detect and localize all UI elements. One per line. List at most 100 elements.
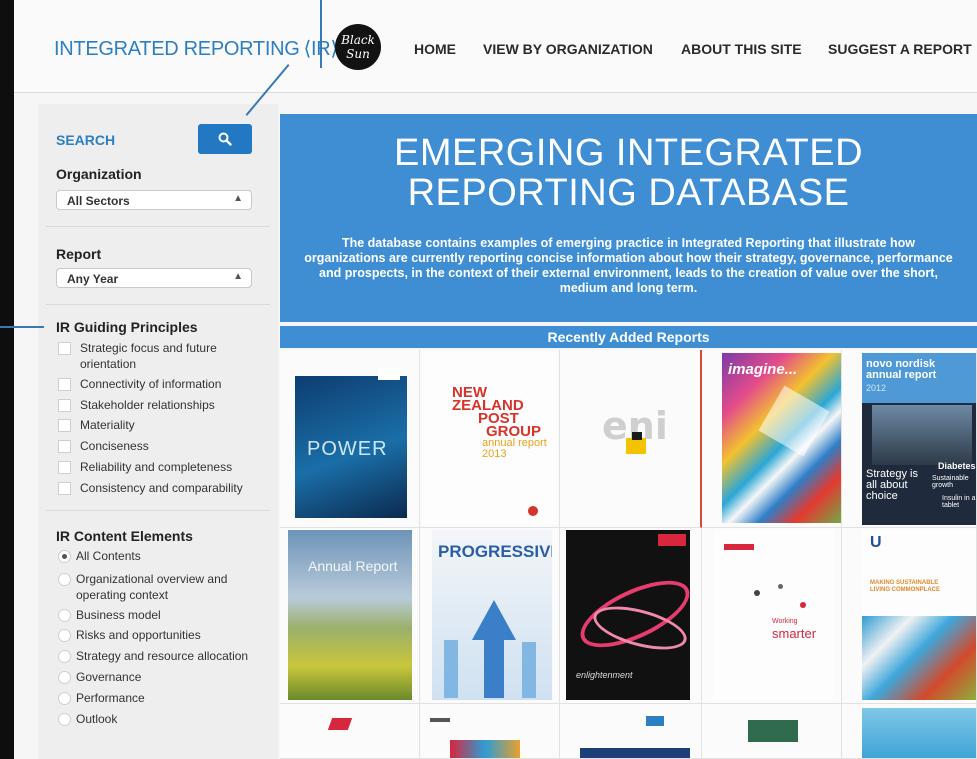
cover-dot	[754, 590, 760, 596]
checkbox-strategic-focus[interactable]	[58, 342, 71, 355]
organization-value: All Sectors	[67, 194, 130, 208]
radio-organizational-overview[interactable]	[58, 573, 71, 586]
element-label: All Contents	[76, 549, 141, 563]
cover-logo-tab	[378, 368, 400, 380]
cover-growth: Sustainable growth	[932, 475, 969, 489]
principle-label: Conciseness	[80, 439, 149, 453]
element-label: Business model	[76, 608, 161, 622]
cover-logo	[724, 544, 754, 550]
report-card[interactable]	[280, 704, 420, 759]
report-card[interactable]	[702, 704, 842, 759]
report-year-select[interactable]: Any Year ▲︎	[56, 268, 252, 288]
search-button[interactable]	[198, 124, 252, 154]
cover-diabetes: Diabetes	[938, 461, 976, 471]
organization-select[interactable]: All Sectors ▲︎	[56, 190, 252, 210]
element-label: Outlook	[76, 712, 118, 726]
report-card[interactable]: novo nordisk annual report 2012 Strategy …	[842, 350, 977, 528]
report-card[interactable]: imagine...	[702, 350, 842, 528]
nav-about-this-site[interactable]: ABOUT THIS SITE	[681, 41, 802, 57]
radio-outlook[interactable]	[58, 713, 71, 726]
cover-subtitle: Working	[772, 618, 798, 625]
arrow-shaft	[444, 640, 458, 698]
badge-text: Black Sun	[341, 33, 375, 61]
organization-title: Organization	[56, 166, 142, 182]
cover-subtitle: annual report 2013	[482, 438, 547, 460]
nav-view-by-organization[interactable]: VIEW BY ORGANIZATION	[483, 41, 653, 57]
logo-text: INTEGRATED REPORTING	[54, 38, 300, 60]
report-cover-novo-nordisk: novo nordisk annual report 2012 Strategy …	[862, 353, 976, 525]
element-label: Risks and opportunities	[76, 628, 201, 642]
radio-all-contents[interactable]	[58, 550, 71, 563]
search-sidebar: SEARCH Organization All Sectors ▲︎ Repor…	[38, 104, 278, 759]
checkbox-consistency[interactable]	[58, 482, 71, 495]
element-label: Performance	[76, 691, 145, 705]
radio-business-model[interactable]	[58, 609, 71, 622]
radio-strategy-resource[interactable]	[58, 650, 71, 663]
content-elements-title: IR Content Elements	[56, 528, 193, 544]
arrow-up-icon	[472, 600, 516, 640]
eni-dog-logo	[626, 438, 646, 454]
app-screen: INTEGRATED REPORTING⟨IR⟩ Black Sun HOME …	[14, 0, 977, 759]
cover-band	[580, 748, 690, 758]
divider	[46, 304, 270, 305]
site-header: INTEGRATED REPORTING⟨IR⟩ Black Sun HOME …	[14, 0, 977, 93]
nav-suggest-a-report[interactable]: SUGGEST A REPORT	[828, 41, 972, 57]
callout-line	[320, 0, 322, 68]
checkbox-stakeholder[interactable]	[58, 399, 71, 412]
report-card[interactable]: NEW ZEALAND POST GROUP annual report 201…	[420, 350, 560, 528]
report-card[interactable]	[842, 704, 977, 759]
report-cover-nz-post: NEW ZEALAND POST GROUP annual report 201…	[422, 352, 558, 524]
cover-word: report	[518, 437, 547, 449]
report-cover-imagine: imagine...	[722, 353, 841, 523]
report-card[interactable]: Working smarter	[702, 528, 842, 704]
element-label: Strategy and resource allocation	[76, 649, 249, 663]
cover-photo	[450, 740, 520, 758]
principle-label: Consistency and comparability	[80, 481, 243, 495]
report-title: Report	[56, 246, 102, 262]
radio-risks-opportunities[interactable]	[58, 629, 71, 642]
report-card[interactable]: enlightenment	[560, 528, 702, 704]
radio-performance[interactable]	[58, 692, 71, 705]
element-label: Governance	[76, 670, 142, 684]
report-cover-enlightenment: enlightenment	[566, 530, 690, 700]
principle-label: Materiality	[80, 418, 135, 432]
banner-title-line1: EMERGING INTEGRATED	[393, 132, 864, 174]
report-cover-progressive: PROGRESSIVE	[432, 530, 552, 700]
report-card[interactable]	[560, 704, 702, 759]
report-year-value: Any Year	[67, 272, 119, 286]
cover-year: 2012	[866, 383, 887, 393]
nav-home[interactable]: HOME	[414, 41, 456, 57]
report-card[interactable]: POWER	[280, 350, 420, 528]
arrow-shaft	[484, 638, 504, 698]
cover-title: novo nordisk annual report	[866, 359, 936, 381]
cover-photo	[872, 405, 972, 465]
cover-word: annual report	[866, 369, 937, 381]
guiding-principles-title: IR Guiding Principles	[56, 319, 198, 335]
checkbox-conciseness[interactable]	[58, 440, 71, 453]
principle-label: Reliability and completeness	[80, 460, 233, 474]
checkbox-connectivity[interactable]	[58, 378, 71, 391]
report-card[interactable]	[420, 704, 560, 759]
radio-governance[interactable]	[58, 671, 71, 684]
report-card[interactable]: eni	[560, 350, 702, 528]
cover-logo	[646, 716, 664, 726]
cover-shape	[758, 385, 830, 457]
report-card[interactable]: Annual Report	[280, 528, 420, 704]
cover-title: PROGRESSIVE	[438, 542, 552, 561]
cover-title: Annual Report	[308, 558, 398, 574]
report-card[interactable]: PROGRESSIVE	[420, 528, 560, 704]
principle-label: Strategic focus and future orientation	[80, 341, 217, 371]
cover-photo	[862, 708, 976, 758]
report-cover-annual-report: Annual Report	[288, 530, 412, 700]
cover-title: enlightenment	[576, 670, 633, 680]
site-logo[interactable]: INTEGRATED REPORTING⟨IR⟩	[54, 36, 338, 61]
banner-title-line2: REPORTING DATABASE	[407, 172, 850, 214]
search-icon	[218, 132, 232, 146]
select-arrows-icon: ▲︎	[233, 271, 243, 282]
checkbox-materiality[interactable]	[58, 419, 71, 432]
checkbox-reliability[interactable]	[58, 461, 71, 474]
eni-dog-logo-mark	[632, 432, 642, 440]
cover-dot	[800, 602, 806, 608]
cover-logo	[748, 720, 798, 742]
report-card[interactable]: U MAKING SUSTAINABLE LIVING COMMONPLACE	[842, 528, 977, 704]
